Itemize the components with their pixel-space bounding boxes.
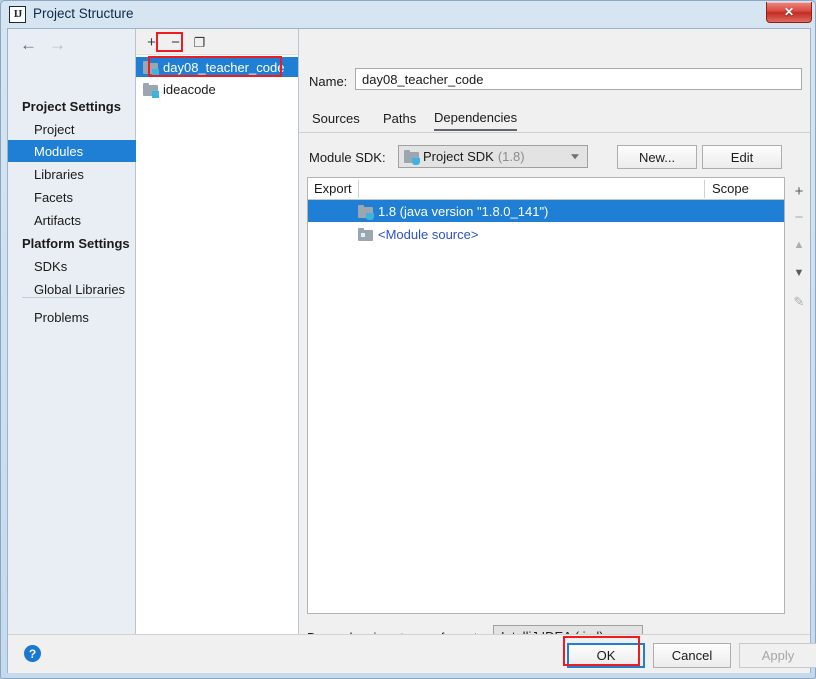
sidebar-item-artifacts[interactable]: Artifacts: [8, 209, 136, 231]
settings-sidebar: ← → Project Settings Project Modules Lib…: [8, 29, 136, 634]
column-header-scope[interactable]: Scope: [712, 178, 749, 199]
module-list-item-label: ideacode: [163, 81, 216, 97]
edit-sdk-button[interactable]: Edit: [702, 145, 782, 169]
intellij-logo-text: IJ: [13, 8, 23, 20]
module-sdk-label: Module SDK:: [309, 150, 386, 165]
chevron-down-icon: [571, 153, 579, 159]
project-structure-dialog: IJ Project Structure ✕ ← → Project Setti…: [0, 0, 816, 679]
tab-sources[interactable]: Sources: [312, 105, 360, 131]
forward-arrow-icon[interactable]: →: [49, 36, 66, 53]
column-separator: [358, 180, 359, 198]
dependency-label: <Module source>: [378, 226, 479, 242]
dependencies-table-header: Export Scope: [308, 178, 784, 200]
sdk-folder-icon: [404, 150, 420, 165]
move-dependency-down-icon[interactable]: ▼: [786, 261, 812, 285]
module-tabs: Sources Paths Dependencies: [299, 105, 810, 133]
remove-dependency-icon[interactable]: −: [786, 205, 812, 229]
remove-module-icon[interactable]: −: [166, 33, 185, 52]
module-folder-icon: [143, 60, 159, 76]
sidebar-item-modules[interactable]: Modules: [8, 140, 136, 162]
cancel-button[interactable]: Cancel: [653, 643, 731, 668]
navigation-arrows: ← →: [8, 29, 136, 60]
module-list-item-ideacode[interactable]: ideacode: [136, 79, 298, 99]
close-icon: ✕: [783, 5, 795, 19]
close-button[interactable]: ✕: [766, 2, 812, 23]
column-separator: [704, 180, 705, 198]
apply-button: Apply: [739, 643, 816, 668]
add-dependency-icon[interactable]: +: [786, 179, 812, 203]
edit-dependency-icon[interactable]: ✎: [786, 289, 812, 313]
add-module-icon[interactable]: +: [142, 33, 161, 52]
sidebar-item-sdks[interactable]: SDKs: [8, 255, 136, 277]
module-detail-panel: Name: Sources Paths Dependencies Module …: [299, 29, 813, 648]
column-header-export[interactable]: Export: [314, 178, 352, 199]
sidebar-item-project[interactable]: Project: [8, 118, 136, 140]
dependencies-side-toolbar: + − ▲ ▼ ✎: [786, 177, 813, 614]
dependencies-table: Export Scope 1.8 (java version "1.8.0_14…: [307, 177, 785, 614]
tab-paths[interactable]: Paths: [383, 105, 416, 131]
module-sdk-version: (1.8): [497, 149, 525, 164]
title-bar: IJ Project Structure ✕: [1, 1, 816, 29]
new-sdk-button[interactable]: New...: [617, 145, 697, 169]
modules-toolbar: + − ❐: [136, 29, 298, 55]
module-folder-icon: [143, 82, 159, 98]
dependency-row-module-source[interactable]: <Module source>: [308, 223, 784, 245]
move-dependency-up-icon[interactable]: ▲: [786, 233, 812, 257]
module-list-item-label: day08_teacher_code: [163, 59, 285, 75]
sidebar-group-project-settings: Project Settings: [22, 98, 121, 114]
module-list-item-day08[interactable]: day08_teacher_code: [136, 57, 298, 77]
module-sdk-value: Project SDK: [423, 149, 494, 164]
module-name-input[interactable]: [355, 68, 802, 90]
sidebar-item-problems[interactable]: Problems: [8, 306, 136, 328]
window-title: Project Structure: [33, 6, 134, 21]
back-arrow-icon[interactable]: ←: [20, 36, 37, 53]
module-sdk-dropdown[interactable]: Project SDK (1.8): [398, 145, 588, 168]
dependency-row-sdk[interactable]: 1.8 (java version "1.8.0_141"): [308, 200, 784, 222]
sidebar-item-facets[interactable]: Facets: [8, 186, 136, 208]
dialog-footer: ? OK Cancel Apply: [8, 634, 816, 673]
name-label: Name:: [309, 74, 348, 89]
sidebar-item-libraries[interactable]: Libraries: [8, 163, 136, 185]
modules-list-panel: + − ❐ day08_teacher_code ideacode: [136, 29, 299, 634]
module-source-folder-icon: [358, 227, 373, 241]
tab-dependencies[interactable]: Dependencies: [434, 105, 518, 131]
intellij-logo-icon: IJ: [9, 6, 26, 23]
dependency-label: 1.8 (java version "1.8.0_141"): [378, 203, 549, 219]
dialog-client-area: ← → Project Settings Project Modules Lib…: [7, 28, 816, 673]
sidebar-group-platform-settings: Platform Settings: [22, 235, 130, 251]
copy-module-icon[interactable]: ❐: [190, 33, 209, 52]
sidebar-divider: [22, 297, 122, 298]
ok-button[interactable]: OK: [567, 643, 645, 668]
help-icon[interactable]: ?: [24, 645, 41, 662]
sdk-folder-icon: [358, 204, 374, 220]
